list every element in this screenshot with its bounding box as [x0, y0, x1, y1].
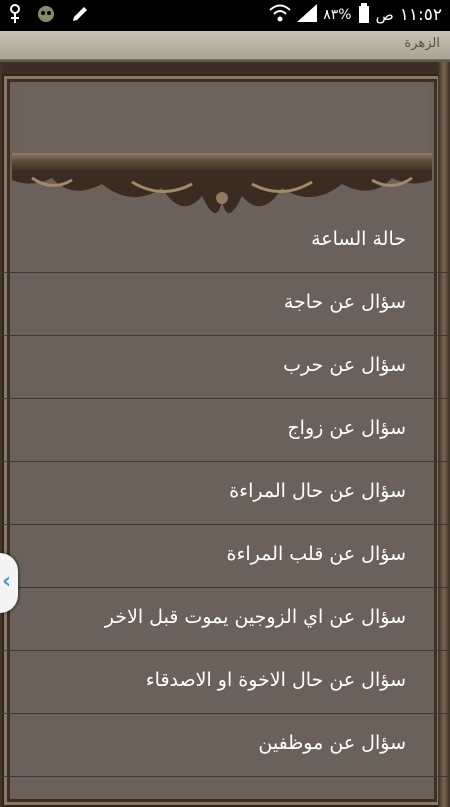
- edit-icon: [70, 4, 90, 24]
- list-item-label: سؤال عن قلب المراءة: [226, 543, 406, 565]
- list-item[interactable]: سؤال عن اي الزوجين يموت قبل الاخر: [0, 588, 450, 651]
- list-item[interactable]: سؤال عن زواج: [0, 399, 450, 462]
- list-item[interactable]: سؤال عن حال المراءة: [0, 462, 450, 525]
- list-item[interactable]: سؤال عن حاجة: [0, 273, 450, 336]
- list-item-label: سؤال عن حال الاخوة او الاصدقاء: [145, 669, 406, 691]
- battery-percent: ٨٣%: [323, 7, 352, 23]
- notification-icon: [36, 4, 56, 24]
- list-item-label: سؤال عن زواج: [287, 417, 406, 439]
- list-item-label: سؤال عن حرب: [283, 354, 406, 376]
- list-item-label: حالة الساعة: [311, 228, 406, 250]
- app-title: الزهرة: [404, 36, 440, 51]
- clock: ١١:٥٢: [399, 5, 442, 25]
- chevron-left-icon: ‹: [2, 569, 12, 594]
- list-item-label: سؤال عن موظفين: [258, 732, 406, 754]
- usb-icon: [8, 4, 22, 24]
- list-item-label: سؤال عن حاجة: [283, 291, 406, 313]
- battery-icon: [358, 3, 370, 27]
- list-item-label: سؤال عن اي الزوجين يموت قبل الاخر: [104, 606, 406, 628]
- signal-icon: [297, 4, 318, 26]
- list-item[interactable]: سؤال عن موظفين: [0, 714, 450, 777]
- list-item[interactable]: سؤال عن حرب: [0, 336, 450, 399]
- menu-list: حالة الساعة سؤال عن حاجة سؤال عن حرب سؤا…: [0, 210, 450, 777]
- wifi-icon: [269, 4, 291, 26]
- header-panel: [17, 84, 428, 154]
- list-item[interactable]: حالة الساعة: [0, 210, 450, 273]
- app-title-bar: الزهرة: [0, 31, 450, 60]
- drawer-handle[interactable]: ‹: [0, 553, 18, 613]
- am-pm: ص: [375, 6, 394, 24]
- list-item[interactable]: سؤال عن حال الاخوة او الاصدقاء: [0, 651, 450, 714]
- list-item-label: سؤال عن حال المراءة: [229, 480, 406, 502]
- list-item[interactable]: سؤال عن قلب المراءة: [0, 525, 450, 588]
- status-bar: ٨٣% ص ١١:٥٢: [0, 0, 450, 31]
